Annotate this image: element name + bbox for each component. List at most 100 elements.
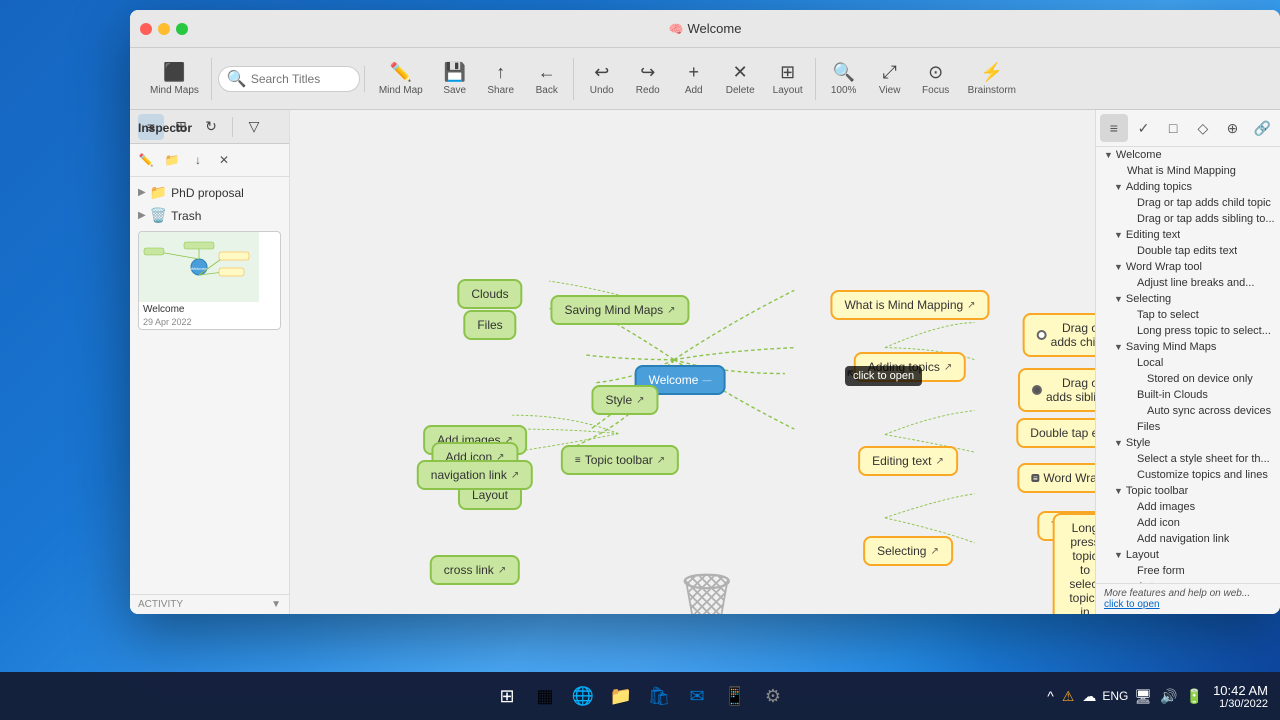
search-input[interactable]: [251, 72, 351, 86]
inspector-tab-5[interactable]: ⊕: [1219, 114, 1247, 142]
inspector-tab-2[interactable]: ✓: [1130, 114, 1158, 142]
tree-arrow-icon: ▼: [1114, 230, 1123, 240]
share-button[interactable]: ↑ Share: [479, 58, 523, 100]
minimize-button[interactable]: [158, 23, 170, 35]
inspector-tab-6[interactable]: 🔗: [1248, 114, 1276, 142]
node-drag-child[interactable]: Drag or tapadds child topic: [1023, 313, 1095, 357]
inspector-tab-3[interactable]: □: [1159, 114, 1187, 142]
taskbar-start-button[interactable]: ⊞: [489, 678, 525, 714]
inspector-tab-1[interactable]: ≡: [1100, 114, 1128, 142]
inspector-tree-item[interactable]: Drag or tap adds child topic: [1096, 195, 1280, 211]
sidebar-expand-button[interactable]: ▽: [241, 114, 267, 140]
inspector-tree-item[interactable]: ▼Layout: [1096, 547, 1280, 563]
add-button[interactable]: + Add: [672, 58, 716, 100]
mindmap-canvas[interactable]: Welcome — What is Mind Mapping ↗ Adding …: [290, 110, 1095, 614]
battery-icon[interactable]: 🔋: [1184, 686, 1205, 707]
inspector-tree-item[interactable]: Add icon: [1096, 515, 1280, 531]
network-icon[interactable]: 🖥: [1132, 686, 1154, 707]
sidebar-sync-button[interactable]: ↻: [198, 114, 224, 140]
store-icon: 🛍: [648, 686, 671, 707]
taskbar-files-button[interactable]: 📁: [603, 678, 639, 714]
inspector-tree-item[interactable]: Drag or tap adds sibling to...: [1096, 211, 1280, 227]
taskbar-mail-button[interactable]: ✉: [679, 678, 715, 714]
node-drag-sibling[interactable]: Drag or tapadds sibling topic: [1018, 368, 1095, 412]
node-word-wrap[interactable]: ≡ Word Wrap tool ↗: [1017, 463, 1095, 493]
inspector-tab-4[interactable]: ◇: [1189, 114, 1217, 142]
inspector-tree-item[interactable]: Files: [1096, 419, 1280, 435]
new-folder-button[interactable]: 📁: [160, 148, 184, 172]
brainstorm-button[interactable]: ⚡ Brainstorm: [960, 58, 1024, 100]
save-button[interactable]: 💾 Save: [433, 58, 477, 100]
inspector-tree-item[interactable]: Long press topic to select...: [1096, 323, 1280, 339]
inspector-tree-item[interactable]: Select a style sheet for th...: [1096, 451, 1280, 467]
window-title-icon: 🧠: [669, 22, 684, 36]
inspector-tree-item[interactable]: Adjust line breaks and...: [1096, 275, 1280, 291]
footer-link[interactable]: click to open: [1104, 599, 1272, 610]
close-button[interactable]: [140, 23, 152, 35]
expand-button[interactable]: ⤢ View: [868, 58, 912, 100]
inspector-tree-item[interactable]: Local: [1096, 355, 1280, 371]
sidebar-item-trash[interactable]: ▶ 🗑️ Trash: [130, 204, 289, 227]
inspector-tree-item[interactable]: Stored on device only: [1096, 371, 1280, 387]
taskbar-edge-button[interactable]: 🌐: [565, 678, 601, 714]
what-link-icon: ↗: [967, 300, 975, 311]
node-what-is-mind-mapping[interactable]: What is Mind Mapping ↗: [830, 290, 989, 320]
inspector-tree-item[interactable]: ▼Saving Mind Maps: [1096, 339, 1280, 355]
inspector-tree-item[interactable]: ▼Topic toolbar: [1096, 483, 1280, 499]
focus-button[interactable]: ⊙ Focus: [914, 58, 958, 100]
node-clouds[interactable]: Clouds: [457, 279, 522, 309]
undo-button[interactable]: ↩ Undo: [580, 58, 624, 100]
sidebar-item-phd[interactable]: ▶ 📁 PhD proposal: [130, 181, 289, 204]
inspector-tree-item[interactable]: Double tap edits text: [1096, 243, 1280, 259]
inspector-tree-item[interactable]: Customize topics and lines: [1096, 467, 1280, 483]
volume-icon[interactable]: 🔊: [1158, 686, 1179, 707]
inspector-tree-item[interactable]: ▼Adding topics: [1096, 179, 1280, 195]
inspector-tree-item[interactable]: Built-in Clouds: [1096, 387, 1280, 403]
import-button[interactable]: ↓: [186, 148, 210, 172]
taskbar-phone-button[interactable]: 📱: [717, 678, 753, 714]
maximize-button[interactable]: [176, 23, 188, 35]
node-topic-toolbar[interactable]: ≡ Topic toolbar ↗: [561, 445, 679, 475]
sidebar-thumbnail[interactable]: Welcome Welcome: [138, 231, 281, 330]
clock[interactable]: 10:42 AM 1/30/2022: [1213, 683, 1268, 710]
inspector-tree-item[interactable]: Add navigation link: [1096, 531, 1280, 547]
inspector-tree-item[interactable]: Auto sync across devices: [1096, 403, 1280, 419]
node-selecting[interactable]: Selecting ↗: [863, 536, 953, 566]
node-nav-link[interactable]: navigation link ↗: [417, 460, 533, 490]
inspector-tree-item[interactable]: Add images: [1096, 499, 1280, 515]
node-editing-text[interactable]: Editing text ↗: [858, 446, 958, 476]
node-long-press[interactable]: Long press topic toselect topics in bran…: [1053, 513, 1095, 614]
delete-button[interactable]: ✕ Delete: [718, 58, 763, 100]
inspector-tree-item[interactable]: ▼Style: [1096, 435, 1280, 451]
cloud-tray-icon[interactable]: ☁: [1080, 686, 1098, 707]
node-style[interactable]: Style ↗: [591, 385, 658, 415]
chevron-up-icon[interactable]: ^: [1045, 686, 1056, 706]
node-saving-mind-maps[interactable]: Saving Mind Maps ↗: [550, 295, 689, 325]
inspector-tree-item[interactable]: Free form: [1096, 563, 1280, 579]
close-sidebar-button[interactable]: ✕: [212, 148, 236, 172]
back-button[interactable]: ← Back: [525, 58, 569, 100]
warning-tray-icon[interactable]: ⚠: [1060, 686, 1077, 707]
tree-arrow-icon: ▼: [1114, 294, 1123, 304]
node-files[interactable]: Files: [463, 310, 516, 340]
new-mindmap-button[interactable]: ✏️: [134, 148, 158, 172]
inspector-tree-item[interactable]: ▼Selecting: [1096, 291, 1280, 307]
mind-map-button[interactable]: ✏️ Mind Map: [371, 58, 431, 100]
inspector-tree-item[interactable]: Tap to select: [1096, 307, 1280, 323]
node-adding-topics[interactable]: Adding topics ↗: [854, 352, 966, 382]
node-cross-link[interactable]: cross link ↗: [430, 555, 520, 585]
phd-label: PhD proposal: [171, 186, 244, 200]
mind-maps-button[interactable]: ⬛ Mind Maps: [142, 58, 207, 100]
taskbar-store-button[interactable]: 🛍: [641, 678, 677, 714]
taskbar-widgets-button[interactable]: ▦: [527, 678, 563, 714]
inspector-tree-item[interactable]: What is Mind Mapping: [1096, 163, 1280, 179]
inspector-tree-item[interactable]: ▼Welcome: [1096, 147, 1280, 163]
search-box[interactable]: 🔍: [218, 66, 360, 92]
layout-button[interactable]: ⊞ Layout: [765, 58, 811, 100]
zoom-button[interactable]: 🔍 100%: [822, 58, 866, 100]
redo-button[interactable]: ↪ Redo: [626, 58, 670, 100]
taskbar-settings-button[interactable]: ⚙: [755, 678, 791, 714]
node-double-tap[interactable]: Double tap edits text: [1016, 418, 1095, 448]
inspector-tree-item[interactable]: ▼Word Wrap tool: [1096, 259, 1280, 275]
inspector-tree-item[interactable]: ▼Editing text: [1096, 227, 1280, 243]
